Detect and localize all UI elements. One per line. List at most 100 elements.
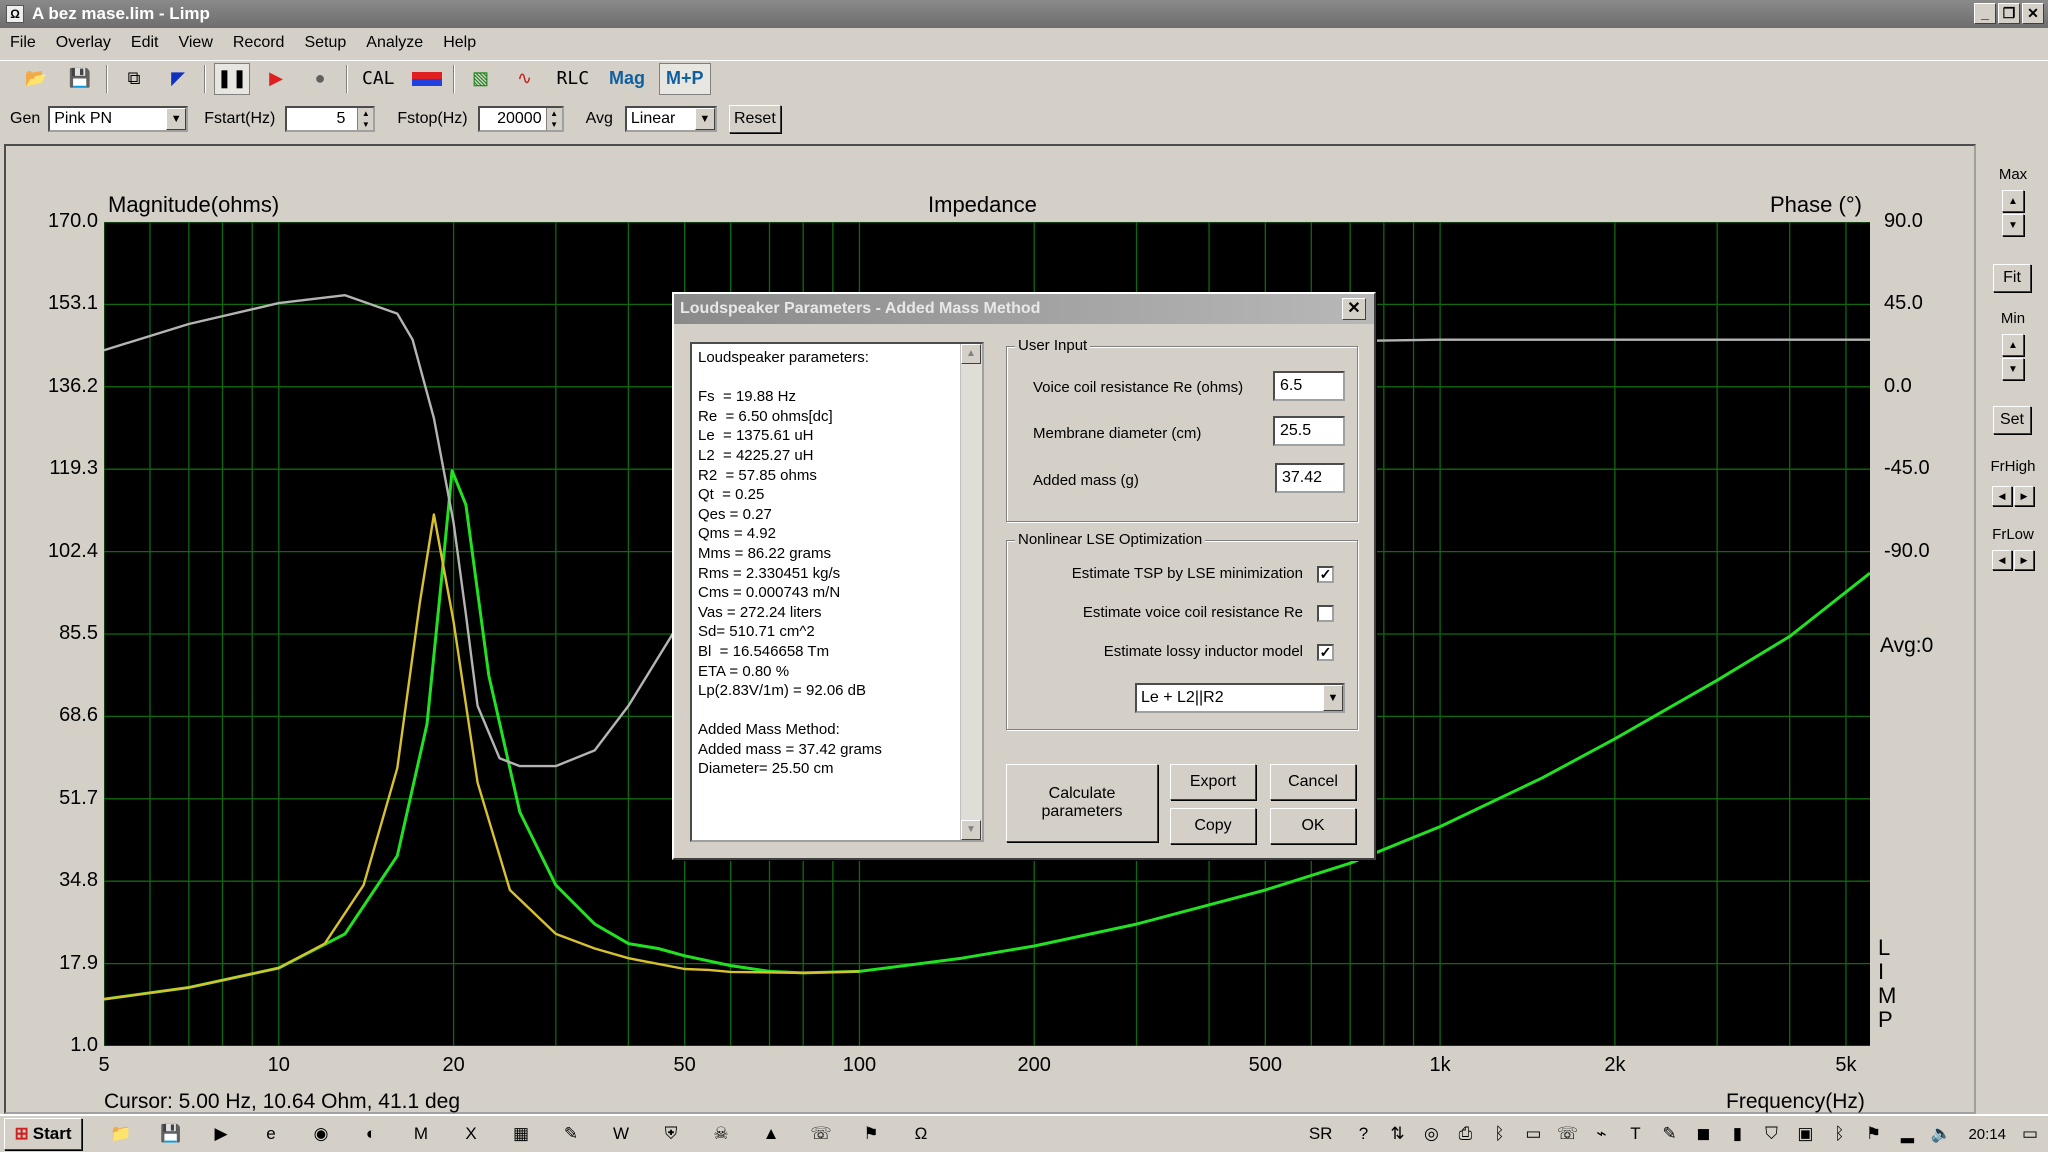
volume-icon[interactable]: 🔈: [1929, 1122, 1953, 1146]
menu-record[interactable]: Record: [223, 34, 295, 52]
start-button[interactable]: ⊞ Start: [4, 1118, 82, 1150]
help-icon[interactable]: ?: [1351, 1122, 1375, 1146]
mp-button[interactable]: M+P: [659, 62, 711, 95]
estimate-tsp-checkbox[interactable]: ✓: [1317, 566, 1334, 583]
pen-icon[interactable]: ◤: [160, 63, 196, 95]
diameter-input[interactable]: 25.5: [1273, 416, 1345, 446]
media-icon[interactable]: ▶: [209, 1122, 233, 1146]
menu-analyze[interactable]: Analyze: [356, 34, 433, 52]
minimize-button[interactable]: _: [1974, 3, 1996, 24]
explorer-icon[interactable]: 📁: [109, 1122, 133, 1146]
chevron-down-icon[interactable]: ▼: [694, 108, 715, 130]
ok-button[interactable]: OK: [1270, 808, 1356, 844]
text-icon[interactable]: T: [1623, 1122, 1647, 1146]
fstart-spinner[interactable]: ▲ ▼: [357, 108, 374, 130]
copy-button[interactable]: Copy: [1170, 808, 1256, 844]
pause-icon[interactable]: ❚❚: [214, 62, 250, 95]
rlc-button[interactable]: RLC: [551, 63, 596, 95]
show-desktop-icon[interactable]: ▭: [2018, 1122, 2042, 1146]
calc-icon[interactable]: ▦: [509, 1122, 533, 1146]
menu-setup[interactable]: Setup: [294, 34, 356, 52]
viber-icon[interactable]: ☏: [1555, 1122, 1579, 1146]
scroll-up-icon[interactable]: ▲: [961, 344, 981, 364]
usb-icon[interactable]: ⌁: [1589, 1122, 1613, 1146]
bluetooth-icon[interactable]: ᛒ: [1487, 1122, 1511, 1146]
estimate-inductor-checkbox[interactable]: ✓: [1317, 644, 1334, 661]
ie-icon[interactable]: e: [259, 1122, 283, 1146]
signal-icon[interactable]: ▂: [1895, 1122, 1919, 1146]
open-folder-icon[interactable]: 📂: [18, 63, 54, 95]
m-icon[interactable]: M: [409, 1122, 433, 1146]
gen-select[interactable]: Pink PN ▼: [48, 106, 189, 132]
shield-icon[interactable]: ⛉: [1759, 1122, 1783, 1146]
curve-icon[interactable]: ∿: [507, 63, 543, 95]
min-up-button[interactable]: ▲: [2002, 334, 2024, 356]
menu-file[interactable]: File: [0, 34, 46, 52]
excel-icon[interactable]: X: [459, 1122, 483, 1146]
pen-icon[interactable]: ✎: [559, 1122, 583, 1146]
screen-icon[interactable]: ▣: [1793, 1122, 1817, 1146]
reset-button[interactable]: Reset: [728, 105, 781, 133]
restore-button[interactable]: ❐: [1998, 3, 2020, 24]
clock[interactable]: 20:14: [1968, 1126, 2006, 1143]
export-button[interactable]: Export: [1170, 764, 1256, 800]
flag-icon[interactable]: ⚑: [1861, 1122, 1885, 1146]
waveform-icon[interactable]: ▧: [463, 63, 499, 95]
cal-button[interactable]: CAL: [356, 63, 401, 95]
min-down-button[interactable]: ▼: [2002, 358, 2024, 380]
fit-button[interactable]: Fit: [1993, 264, 2031, 292]
menu-help[interactable]: Help: [433, 34, 486, 52]
set-button[interactable]: Set: [1993, 406, 2031, 434]
dialog-close-button[interactable]: ✕: [1342, 298, 1366, 320]
frhigh-right-button[interactable]: ▶: [2014, 486, 2034, 506]
estimate-re-checkbox[interactable]: [1317, 605, 1334, 622]
play-icon[interactable]: ▶: [258, 63, 294, 95]
color-bar-icon[interactable]: [409, 63, 445, 95]
pdf-icon[interactable]: ▲: [759, 1122, 783, 1146]
re-input[interactable]: 6.5: [1273, 371, 1345, 401]
avg-select[interactable]: Linear ▼: [624, 106, 717, 132]
menu-edit[interactable]: Edit: [121, 34, 169, 52]
viber-icon[interactable]: ☏: [809, 1122, 833, 1146]
fstart-input[interactable]: 5 ▲ ▼: [285, 106, 376, 132]
language-indicator[interactable]: SR: [1309, 1124, 1333, 1144]
nvidia-icon[interactable]: ◼: [1691, 1122, 1715, 1146]
parameters-output[interactable]: Loudspeaker parameters: Fs = 19.88 Hz Re …: [690, 342, 984, 842]
fstop-input[interactable]: 20000 ▲ ▼: [477, 106, 564, 132]
menu-overlay[interactable]: Overlay: [46, 34, 121, 52]
chevron-down-icon[interactable]: ▼: [166, 108, 187, 130]
added-mass-input[interactable]: 37.42: [1275, 463, 1345, 493]
limp-icon[interactable]: Ω: [909, 1122, 933, 1146]
word-icon[interactable]: W: [609, 1122, 633, 1146]
save-icon[interactable]: 💾: [159, 1122, 183, 1146]
window-icon[interactable]: Ω: [6, 5, 24, 23]
parameters-scrollbar[interactable]: ▲ ▼: [960, 344, 982, 840]
copy-icon[interactable]: ⧉: [116, 63, 152, 95]
avast-icon[interactable]: ◎: [1419, 1122, 1443, 1146]
battery-icon[interactable]: ▮: [1725, 1122, 1749, 1146]
calculate-parameters-button[interactable]: Calculate parameters: [1006, 764, 1158, 842]
frlow-left-button[interactable]: ◀: [1992, 550, 2012, 570]
frlow-right-button[interactable]: ▶: [2014, 550, 2034, 570]
menu-view[interactable]: View: [168, 34, 222, 52]
cancel-button[interactable]: Cancel: [1270, 764, 1356, 800]
max-up-button[interactable]: ▲: [2002, 190, 2024, 212]
inductor-model-select[interactable]: Le + L2||R2 ▼: [1135, 683, 1345, 713]
monitor-icon[interactable]: ▭: [1521, 1122, 1545, 1146]
scroll-down-icon[interactable]: ▼: [961, 820, 981, 840]
arrow-icon[interactable]: ⇅: [1385, 1122, 1409, 1146]
flag-icon[interactable]: ⚑: [859, 1122, 883, 1146]
chevron-down-icon[interactable]: ▼: [1323, 685, 1343, 711]
close-button[interactable]: ✕: [2022, 3, 2044, 24]
stop-icon[interactable]: ●: [302, 63, 338, 95]
bluetooth-icon[interactable]: ᛒ: [1827, 1122, 1851, 1146]
mag-button[interactable]: Mag: [603, 63, 651, 95]
save-disk-icon[interactable]: 💾: [62, 63, 98, 95]
fstop-spinner[interactable]: ▲ ▼: [545, 108, 562, 130]
max-down-button[interactable]: ▼: [2002, 214, 2024, 236]
chrome-icon[interactable]: ◉: [309, 1122, 333, 1146]
pen-icon[interactable]: ✎: [1657, 1122, 1681, 1146]
network-icon[interactable]: ⛨: [659, 1122, 683, 1146]
skull-icon[interactable]: ☠: [709, 1122, 733, 1146]
frhigh-left-button[interactable]: ◀: [1992, 486, 2012, 506]
